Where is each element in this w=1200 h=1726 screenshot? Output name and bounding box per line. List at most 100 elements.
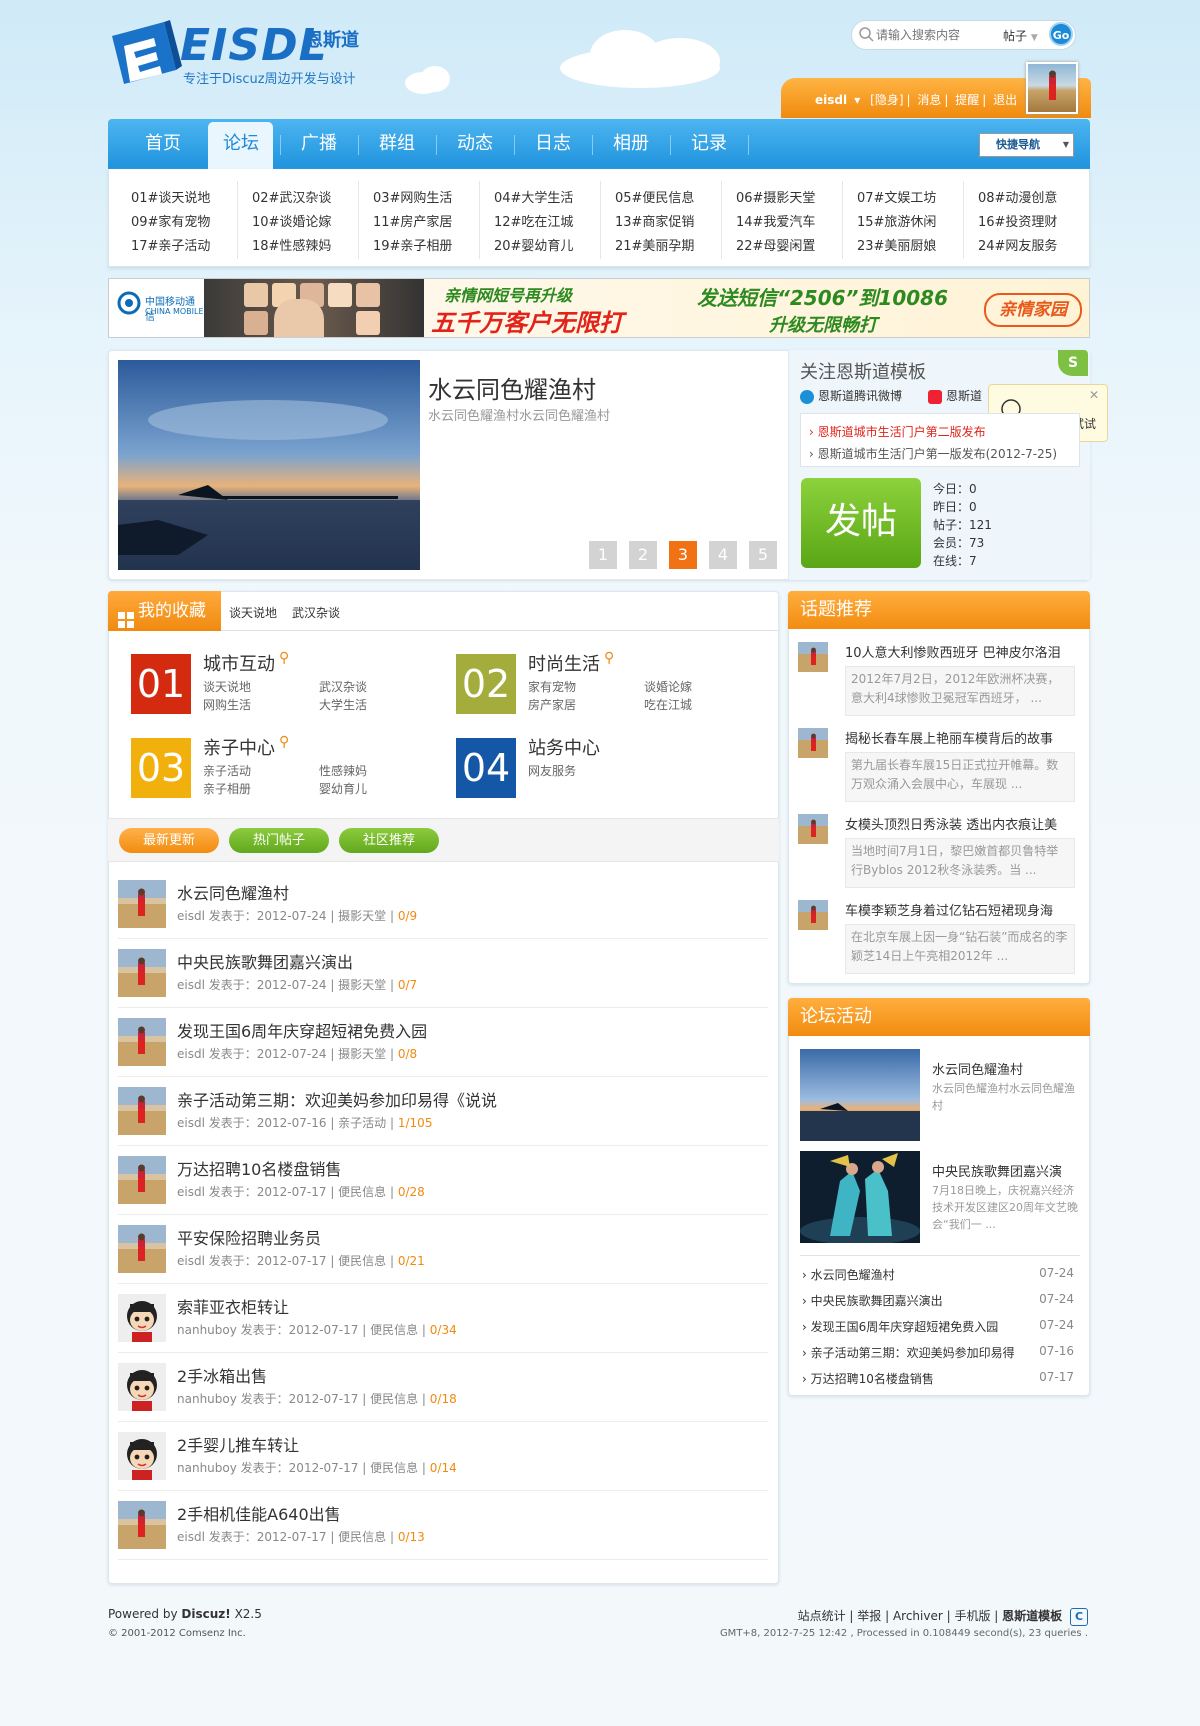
thread-title[interactable]: 平安保险招聘业务员 (177, 1225, 321, 1249)
category-sublink[interactable]: 武汉杂谈 (319, 678, 367, 695)
category-sublink[interactable]: 婴幼育儿 (319, 780, 367, 797)
forum-link[interactable]: 12#吃在江城 (494, 211, 573, 230)
thread-author[interactable]: nanhuboy (177, 1461, 237, 1475)
thread-author[interactable]: eisdl (177, 1530, 205, 1544)
thread-author[interactable]: eisdl (177, 1047, 205, 1061)
nav-forum[interactable]: 论坛 (223, 119, 259, 169)
photo-avatar[interactable] (118, 1501, 166, 1549)
forum-link[interactable]: 01#谈天说地 (131, 187, 210, 206)
category-sublink[interactable]: 家有宠物 (528, 678, 576, 695)
photo-avatar[interactable] (118, 1225, 166, 1273)
thread-forum[interactable]: 摄影天堂 (338, 1047, 386, 1061)
activity-title[interactable]: 中央民族歌舞团嘉兴演 (932, 1161, 1062, 1180)
thread-title[interactable]: 2手相机佳能A640出售 (177, 1501, 341, 1525)
photo-avatar[interactable] (798, 814, 828, 844)
thread-author[interactable]: eisdl (177, 1185, 205, 1199)
tab-hot[interactable]: 热门帖子 (229, 828, 329, 853)
invisible-link[interactable]: [隐身] (870, 93, 903, 107)
activity-list-title[interactable]: 发现王国6周年庆穿超短裙免费入园 (811, 1320, 999, 1334)
search-type-select[interactable]: 帖子 ▼ (1003, 27, 1038, 44)
slider-page-5[interactable]: 5 (749, 541, 777, 569)
thread-forum[interactable]: 摄影天堂 (338, 978, 386, 992)
nav-record[interactable]: 记录 (691, 119, 727, 169)
category-sublink[interactable]: 吃在江城 (644, 696, 692, 713)
thread-forum[interactable]: 便民信息 (338, 1185, 386, 1199)
sina-weibo-link[interactable]: 恩斯道 (928, 387, 982, 404)
slider-page-4[interactable]: 4 (709, 541, 737, 569)
cartoon-avatar[interactable] (118, 1363, 166, 1411)
thread-author[interactable]: eisdl (177, 1254, 205, 1268)
footer-link-mobile[interactable]: 手机版 (954, 1609, 990, 1623)
footer-link-template[interactable]: 恩斯道模板 (1002, 1609, 1062, 1623)
thread-row[interactable]: 索菲亚衣柜转让 nanhuboy 发表于：2012-07-17 | 便民信息 | … (118, 1284, 768, 1353)
nav-group[interactable]: 群组 (379, 119, 415, 169)
forum-link[interactable]: 14#我爱汽车 (736, 211, 815, 230)
activity-list-title[interactable]: 水云同色耀渔村 (811, 1268, 895, 1282)
forum-link[interactable]: 19#亲子相册 (373, 235, 452, 254)
forum-link[interactable]: 05#便民信息 (615, 187, 694, 206)
forum-link[interactable]: 20#婴幼育儿 (494, 235, 573, 254)
thread-title[interactable]: 万达招聘10名楼盘销售 (177, 1156, 341, 1180)
cartoon-avatar[interactable] (118, 1432, 166, 1480)
forum-link[interactable]: 17#亲子活动 (131, 235, 210, 254)
thread-forum[interactable]: 便民信息 (370, 1392, 418, 1406)
activity-title[interactable]: 水云同色耀渔村 (932, 1059, 1023, 1078)
logout-link[interactable]: 退出 (993, 93, 1017, 107)
thread-forum[interactable]: 摄影天堂 (338, 909, 386, 923)
category-number[interactable]: 03 (131, 738, 191, 798)
category-sublink[interactable]: 亲子活动 (203, 762, 251, 779)
weibo-share-icon[interactable]: S (1058, 350, 1088, 376)
thread-row[interactable]: 亲子活动第三期：欢迎美妈参加印易得《说说 eisdl 发表于：2012-07-16… (118, 1077, 768, 1146)
favorite-link[interactable]: 谈天说地 (229, 604, 277, 621)
thread-title[interactable]: 水云同色耀渔村 (177, 880, 289, 904)
thread-author[interactable]: eisdl (177, 1116, 205, 1130)
activity-list-item[interactable]: › 水云同色耀渔村 07-24 (802, 1266, 1074, 1283)
activity-image[interactable] (800, 1151, 920, 1245)
thread-title[interactable]: 2手婴儿推车转让 (177, 1432, 299, 1456)
category-title[interactable]: 亲子中心 (203, 734, 275, 760)
category-sublink[interactable]: 房产家居 (528, 696, 576, 713)
news-item[interactable]: › 恩斯道城市生活门户第一版发布(2012-7-25) (809, 445, 1057, 462)
messages-link[interactable]: 消息 (917, 93, 941, 107)
slider-title[interactable]: 水云同色耀渔村 (428, 370, 596, 405)
thread-row[interactable]: 水云同色耀渔村 eisdl 发表于：2012-07-24 | 摄影天堂 | 0/9 (118, 870, 768, 939)
photo-avatar[interactable] (798, 642, 828, 672)
tab-recommended[interactable]: 社区推荐 (339, 828, 439, 853)
nav-blog[interactable]: 日志 (535, 119, 571, 169)
favorite-link[interactable]: 武汉杂谈 (292, 604, 340, 621)
photo-avatar[interactable] (118, 880, 166, 928)
thread-title[interactable]: 索菲亚衣柜转让 (177, 1294, 289, 1318)
slider-page-3[interactable]: 3 (669, 541, 697, 569)
new-post-button[interactable]: 发帖 (801, 478, 921, 568)
thread-title[interactable]: 2手冰箱出售 (177, 1363, 267, 1387)
comsenz-icon[interactable]: C (1070, 1607, 1088, 1626)
activity-list-title[interactable]: 万达招聘10名楼盘销售 (811, 1372, 934, 1386)
forum-link[interactable]: 23#美丽厨娘 (857, 235, 936, 254)
category-number[interactable]: 04 (456, 738, 516, 798)
forum-link[interactable]: 06#摄影天堂 (736, 187, 815, 206)
nav-album[interactable]: 相册 (613, 119, 649, 169)
thread-forum[interactable]: 便民信息 (338, 1254, 386, 1268)
footer-product[interactable]: Discuz! (181, 1607, 230, 1621)
category-title[interactable]: 站务中心 (528, 734, 600, 760)
forum-link[interactable]: 24#网友服务 (978, 235, 1057, 254)
forum-link[interactable]: 08#动漫创意 (978, 187, 1057, 206)
category-sublink[interactable]: 网购生活 (203, 696, 251, 713)
slider-page-2[interactable]: 2 (629, 541, 657, 569)
forum-link[interactable]: 18#性感辣妈 (252, 235, 331, 254)
thread-row[interactable]: 2手相机佳能A640出售 eisdl 发表于：2012-07-17 | 便民信息 … (118, 1491, 768, 1560)
activity-list-item[interactable]: › 万达招聘10名楼盘销售 07-17 (802, 1370, 1074, 1387)
thread-author[interactable]: eisdl (177, 909, 205, 923)
photo-avatar[interactable] (118, 1156, 166, 1204)
forum-link[interactable]: 15#旅游休闲 (857, 211, 936, 230)
activity-list-item[interactable]: › 发现王国6周年庆穿超短裙免费入园 07-24 (802, 1318, 1074, 1335)
photo-avatar[interactable] (798, 728, 828, 758)
thread-row[interactable]: 中央民族歌舞团嘉兴演出 eisdl 发表于：2012-07-24 | 摄影天堂 |… (118, 939, 768, 1008)
tencent-weibo-link[interactable]: 恩斯道腾讯微博 (800, 387, 902, 404)
forum-link[interactable]: 11#房产家居 (373, 211, 452, 230)
footer-link-stats[interactable]: 站点统计 (798, 1609, 846, 1623)
thread-forum[interactable]: 便民信息 (370, 1461, 418, 1475)
nav-broadcast[interactable]: 广播 (301, 119, 337, 169)
slider-page-1[interactable]: 1 (589, 541, 617, 569)
topic-item[interactable]: 揭秘长春车展上艳丽车模背后的故事 第九届长春车展15日正式拉开帷幕。数万观众涌入会… (798, 728, 1078, 808)
